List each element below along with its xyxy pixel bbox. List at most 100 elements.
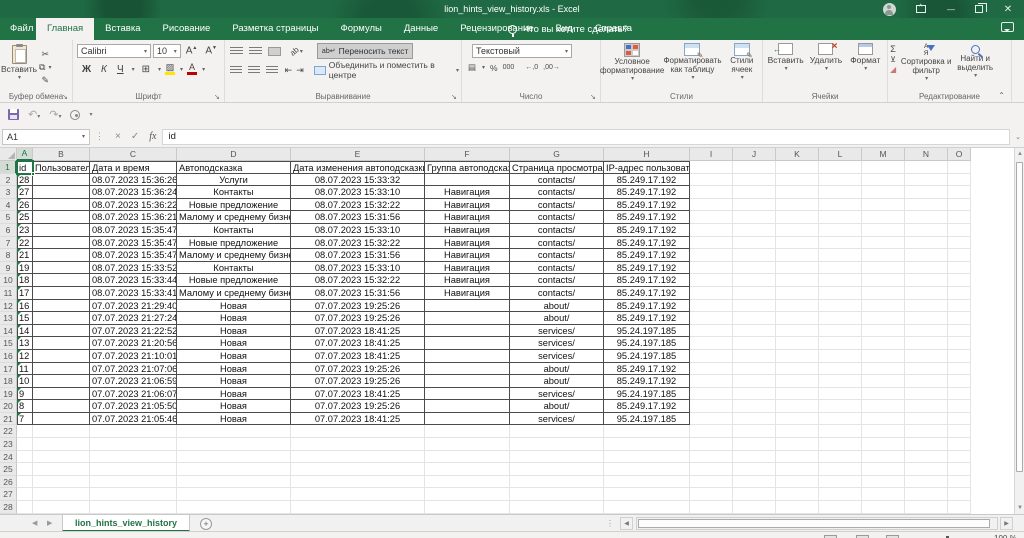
merge-center-button[interactable]: Объединить и поместить в центре ▾ [314,62,459,78]
grid-cell[interactable] [177,451,291,464]
bold-button[interactable]: Ж [79,64,94,75]
grid-cell[interactable] [425,312,510,325]
grid-cell[interactable] [948,224,971,237]
grid-cell[interactable] [776,476,819,489]
conditional-formatting-button[interactable]: Условное форматирование▾ [603,43,661,89]
grid-cell[interactable]: 08.07.2023 15:33:10 [291,224,425,237]
grid-cell[interactable] [862,249,905,262]
grid-cell[interactable] [425,300,510,313]
grid-cell[interactable]: about/ [510,312,604,325]
grid-cell[interactable] [33,325,90,338]
font-dialog-launcher[interactable]: ↘ [214,93,222,101]
grid-cell[interactable] [948,161,971,174]
grid-cell[interactable]: 15 [17,312,33,325]
row-header-15[interactable]: 15 [0,337,17,350]
grid-cell[interactable] [733,174,776,187]
grid-cell[interactable] [948,463,971,476]
horizontal-scroll-thumb[interactable] [638,519,990,528]
grid-cell[interactable] [33,463,90,476]
cell-styles-button[interactable]: Стили ячеек▾ [724,43,760,89]
grid-cell[interactable] [905,325,948,338]
grid-cell[interactable] [905,350,948,363]
grid-cell[interactable]: Контакты [177,186,291,199]
grid-cell[interactable] [776,287,819,300]
grid-cell[interactable] [690,413,733,426]
grid-cell[interactable] [510,438,604,451]
grid-cell[interactable] [948,476,971,489]
grid-cell[interactable]: 85.249.17.192 [604,274,690,287]
grid-cell[interactable]: 08.07.2023 15:32:22 [291,199,425,212]
grid-cell[interactable] [425,425,510,438]
grid-cell[interactable] [948,363,971,376]
grid-cell[interactable] [776,199,819,212]
grid-cell[interactable] [33,476,90,489]
grid-cell[interactable] [776,237,819,250]
grid-cell[interactable] [33,425,90,438]
grid-cell[interactable] [690,249,733,262]
undo-button[interactable]: ↶▾ [28,108,40,121]
column-header-A[interactable]: A [17,148,33,161]
grid-cell[interactable] [733,388,776,401]
grid-cell[interactable]: 08.07.2023 15:31:56 [291,211,425,224]
grid-cell[interactable] [819,262,862,275]
grid-cell[interactable] [862,451,905,464]
grid-cell[interactable]: Дата и время [90,161,177,174]
grid-cell[interactable]: about/ [510,400,604,413]
grid-cell[interactable] [733,400,776,413]
grid-cell[interactable] [776,300,819,313]
grid-cell[interactable] [33,488,90,501]
grid-cell[interactable] [862,325,905,338]
grid-cell[interactable]: IP-адрес пользователя [604,161,690,174]
grid-cell[interactable] [905,249,948,262]
row-header-17[interactable]: 17 [0,363,17,376]
grid-cell[interactable] [33,249,90,262]
grid-cell[interactable] [905,274,948,287]
grid-cell[interactable] [862,438,905,451]
grid-cell[interactable]: 08.07.2023 15:33:10 [291,186,425,199]
alignment-dialog-launcher[interactable]: ↘ [451,93,459,101]
grid-cell[interactable]: Новые предложение [177,199,291,212]
grid-cell[interactable] [948,186,971,199]
grid-cell[interactable] [776,400,819,413]
grid-cell[interactable]: Малому и среднему бизнесу [177,211,291,224]
borders-button[interactable]: ⊞ [139,64,153,75]
grid-cell[interactable]: 95.24.197.185 [604,413,690,426]
column-header-N[interactable]: N [905,148,948,161]
grid-cell[interactable] [862,274,905,287]
grid-cell[interactable] [819,476,862,489]
restore-button[interactable] [968,0,990,18]
grid-cell[interactable]: 07.07.2023 18:41:25 [291,413,425,426]
grid-cell[interactable] [425,388,510,401]
grid-cell[interactable] [90,425,177,438]
row-header-21[interactable]: 21 [0,413,17,426]
grid-cell[interactable] [733,501,776,514]
grid-cell[interactable]: 08.07.2023 15:33:32 [291,174,425,187]
grid-cell[interactable]: Новая [177,363,291,376]
grid-cell[interactable] [291,501,425,514]
grid-cell[interactable] [33,363,90,376]
grid-cell[interactable] [733,199,776,212]
close-button[interactable]: ✕ [996,0,1020,18]
grid-cell[interactable] [17,501,33,514]
grid-cell[interactable] [776,186,819,199]
grid-cell[interactable] [948,237,971,250]
grid-cell[interactable] [948,249,971,262]
grid-cell[interactable] [948,325,971,338]
grid-cell[interactable] [90,463,177,476]
grid-cell[interactable] [776,337,819,350]
grid-cell[interactable] [905,375,948,388]
grid-cell[interactable] [604,451,690,464]
grid-cell[interactable] [690,476,733,489]
grid-cell[interactable] [776,161,819,174]
grid-cell[interactable] [905,262,948,275]
grid-cell[interactable]: about/ [510,363,604,376]
tab-scroll-splitter[interactable]: ⋮ [606,519,614,528]
grid-cell[interactable]: 07.07.2023 21:07:06 [90,363,177,376]
format-painter-button[interactable]: ✎ [39,75,51,86]
row-header-8[interactable]: 8 [0,249,17,262]
grid-cell[interactable] [819,375,862,388]
grid-cell[interactable] [733,337,776,350]
grid-cell[interactable]: 95.24.197.185 [604,325,690,338]
column-header-J[interactable]: J [733,148,776,161]
grid-cell[interactable]: 07.07.2023 19:25:26 [291,300,425,313]
